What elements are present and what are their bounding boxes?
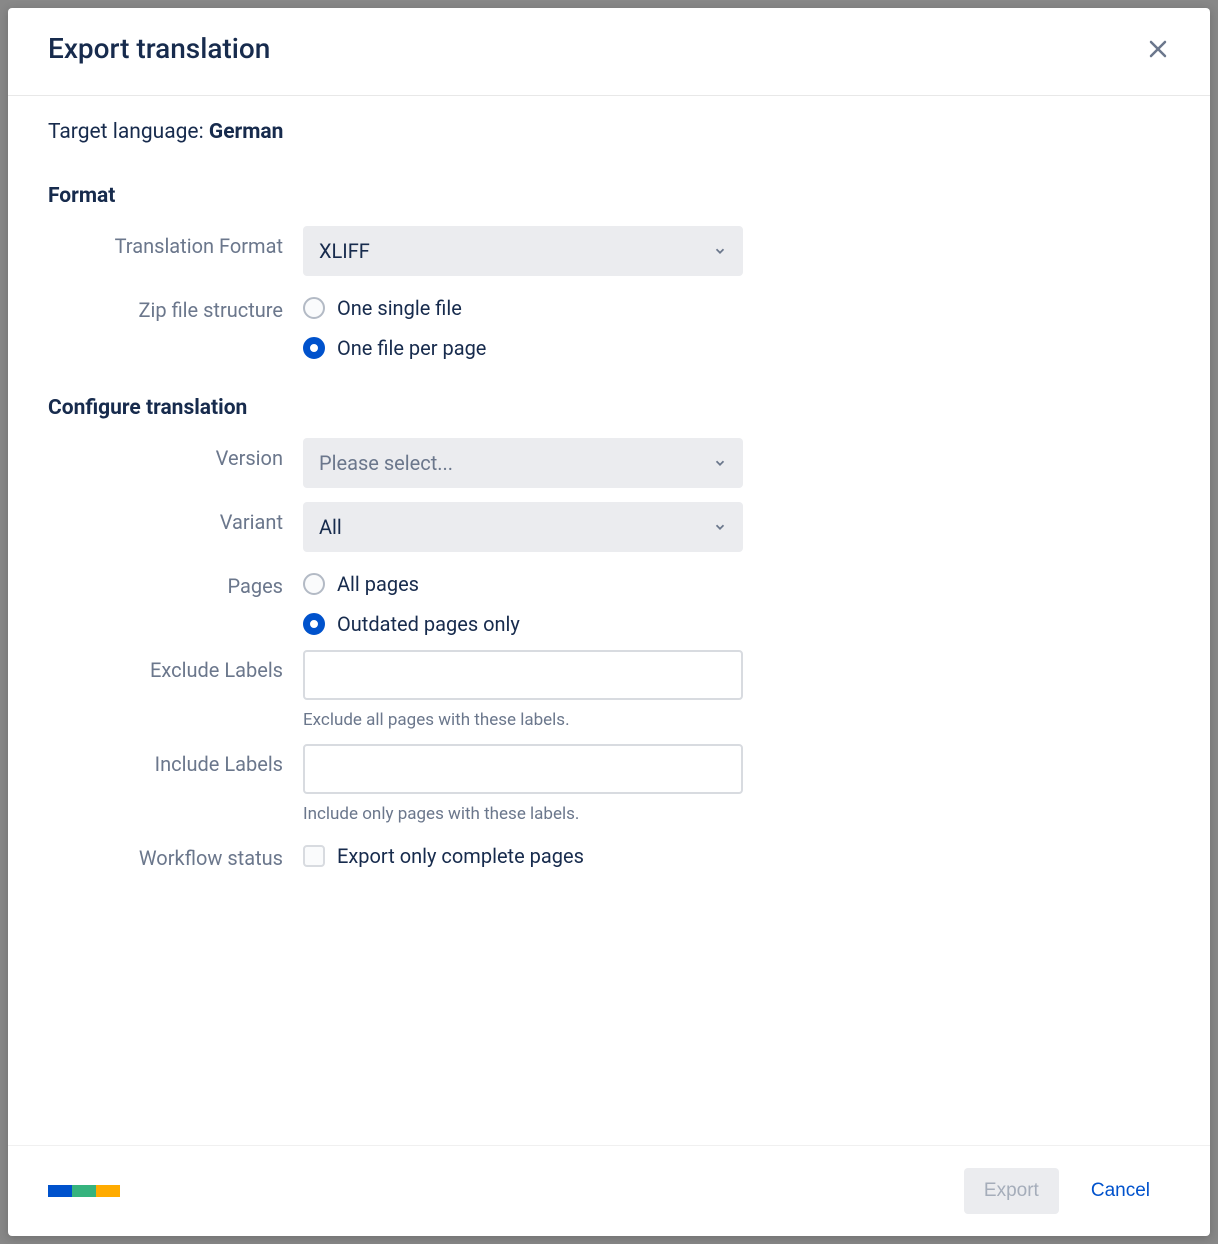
zip-option-per-page[interactable]: One file per page [303,336,743,360]
zip-option-per-page-label: One file per page [337,336,486,360]
version-label: Version [48,438,303,470]
pages-radio-group: All pages Outdated pages only [303,566,743,636]
pages-option-all-label: All pages [337,572,419,596]
pages-option-all[interactable]: All pages [303,572,743,596]
modal-body: Target language: German Format Translati… [8,96,1210,1145]
export-button[interactable]: Export [964,1168,1059,1214]
target-language-row: Target language: German [48,120,1170,144]
pages-row: Pages All pages Outdated pages only [48,566,1170,636]
close-icon[interactable] [1146,37,1170,61]
version-placeholder: Please select... [319,451,453,475]
translation-format-select[interactable]: XLIFF [303,226,743,276]
radio-icon [303,573,325,595]
chevron-down-icon [713,244,727,258]
include-labels-input[interactable] [303,744,743,794]
include-labels-label: Include Labels [48,744,303,776]
exclude-labels-row: Exclude Labels Exclude all pages with th… [48,650,1170,730]
workflow-status-checkbox-option[interactable]: Export only complete pages [303,838,743,868]
variant-select[interactable]: All [303,502,743,552]
export-translation-modal: Export translation Target language: Germ… [8,8,1210,1236]
translation-format-value: XLIFF [319,239,370,263]
variant-row: Variant All [48,502,1170,552]
format-section-title: Format [48,184,1170,208]
format-section: Format Translation Format XLIFF Zip file… [48,184,1170,360]
version-select[interactable]: Please select... [303,438,743,488]
target-language-label: Target language: [48,120,209,144]
zip-option-single-label: One single file [337,296,462,320]
target-language-value: German [209,120,284,144]
include-labels-row: Include Labels Include only pages with t… [48,744,1170,824]
configure-section-title: Configure translation [48,396,1170,420]
configure-section: Configure translation Version Please sel… [48,396,1170,870]
translation-format-label: Translation Format [48,226,303,258]
radio-icon [303,297,325,319]
translation-format-row: Translation Format XLIFF [48,226,1170,276]
version-row: Version Please select... [48,438,1170,488]
zip-structure-row: Zip file structure One single file One f… [48,290,1170,360]
modal-title: Export translation [48,32,270,65]
variant-value: All [319,515,342,539]
exclude-labels-input[interactable] [303,650,743,700]
radio-checked-icon [303,613,325,635]
chevron-down-icon [713,520,727,534]
workflow-status-row: Workflow status Export only complete pag… [48,838,1170,870]
zip-option-single[interactable]: One single file [303,296,743,320]
workflow-status-checkbox-label: Export only complete pages [337,844,584,868]
exclude-labels-help: Exclude all pages with these labels. [303,710,743,730]
modal-footer: Export Cancel [8,1145,1210,1236]
pages-label: Pages [48,566,303,598]
pages-option-outdated-label: Outdated pages only [337,612,520,636]
variant-label: Variant [48,502,303,534]
zip-structure-label: Zip file structure [48,290,303,322]
cancel-button[interactable]: Cancel [1071,1168,1170,1214]
pages-option-outdated[interactable]: Outdated pages only [303,612,743,636]
exclude-labels-label: Exclude Labels [48,650,303,682]
checkbox-icon [303,845,325,867]
footer-buttons: Export Cancel [964,1168,1170,1214]
modal-header: Export translation [8,8,1210,96]
workflow-status-label: Workflow status [48,838,303,870]
chevron-down-icon [713,456,727,470]
include-labels-help: Include only pages with these labels. [303,804,743,824]
radio-checked-icon [303,337,325,359]
zip-structure-radio-group: One single file One file per page [303,290,743,360]
brand-logo-strip [48,1185,120,1197]
